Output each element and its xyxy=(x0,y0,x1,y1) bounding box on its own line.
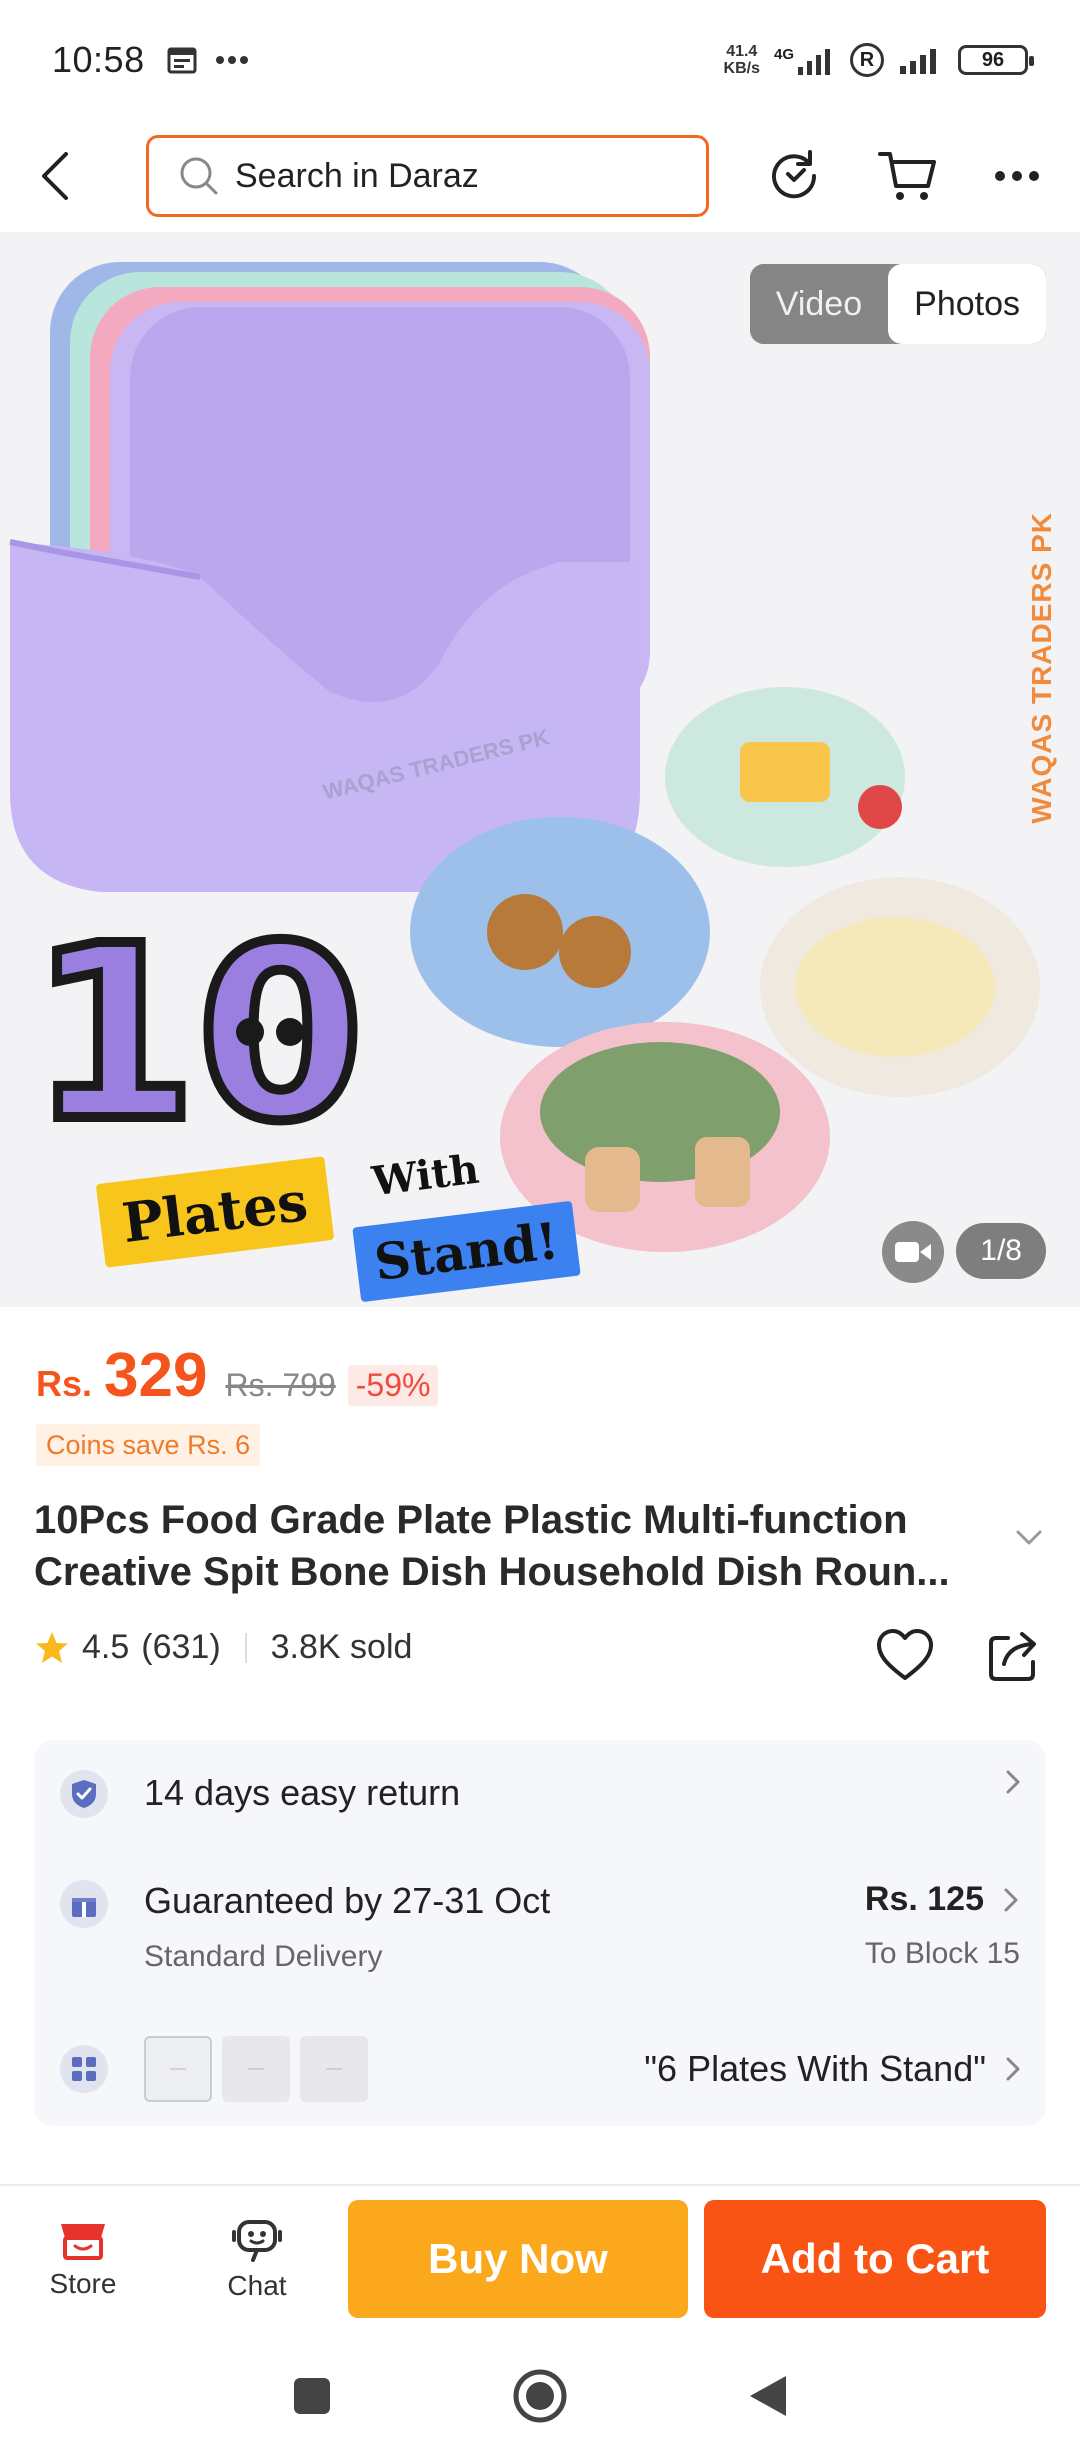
calendar-notification-icon xyxy=(167,47,197,74)
chevron-right-icon xyxy=(1006,1770,1020,1794)
sold-count: 3.8K sold xyxy=(270,1628,413,1666)
status-time: 10:58 xyxy=(52,39,145,80)
buy-now-button[interactable]: Buy Now xyxy=(348,2200,688,2318)
return-policy-row[interactable]: 14 days easy return xyxy=(34,1770,1046,1818)
discount-badge: -59% xyxy=(347,1365,439,1406)
chat-icon xyxy=(232,2220,282,2262)
product-title[interactable]: 10Pcs Food Grade Plate Plastic Multi-fun… xyxy=(34,1494,994,1598)
tab-photos[interactable]: Photos xyxy=(888,264,1046,344)
store-button[interactable]: Store xyxy=(28,2218,138,2300)
rating-value: 4.5 xyxy=(82,1628,130,1666)
chevron-right-icon xyxy=(1004,1888,1018,1911)
variant-thumbnail[interactable]: — xyxy=(144,2036,212,2102)
media-toggle: Video Photos xyxy=(749,264,1046,344)
back-arrow-icon xyxy=(42,152,68,200)
price-value: 329 xyxy=(104,1341,208,1410)
rating-row[interactable]: 4.5 (631) 3.8K sold xyxy=(34,1628,412,1667)
system-navigation-bar xyxy=(0,2332,1080,2460)
battery-icon: 96 xyxy=(958,45,1034,75)
service-info-card: 14 days easy return Guaranteed by 27-31 … xyxy=(34,1740,1046,2126)
store-icon xyxy=(61,2224,105,2260)
bottom-action-bar: Store Chat Buy Now Add to Cart xyxy=(0,2186,1080,2332)
back-triangle-icon[interactable] xyxy=(748,2374,788,2418)
gift-box-icon xyxy=(60,1880,108,1928)
variant-row[interactable]: — — — "6 Plates With Stand" xyxy=(34,2036,1046,2102)
signal-icon xyxy=(900,49,936,74)
tab-video[interactable]: Video xyxy=(749,264,889,344)
more-notifications-icon xyxy=(215,56,248,64)
delivery-price: Rs. 125 xyxy=(864,1880,984,1918)
store-label: Store xyxy=(49,2268,117,2299)
shield-check-icon xyxy=(60,1770,108,1818)
review-count: (631) xyxy=(141,1628,221,1666)
signal-4g-icon: 4G xyxy=(774,46,836,75)
divider xyxy=(244,1632,247,1663)
recents-square-icon[interactable] xyxy=(292,2376,332,2416)
delivery-destination: To Block 15 xyxy=(864,1937,1020,1970)
delivery-type: Standard Delivery xyxy=(144,1940,383,1973)
chat-label: Chat xyxy=(227,2270,287,2301)
svg-text:10: 10 xyxy=(30,894,364,1174)
star-icon xyxy=(36,1631,68,1663)
registered-icon: R xyxy=(850,43,884,77)
coins-badge: Coins save Rs. 6 xyxy=(36,1424,261,1466)
selected-variant: "6 Plates With Stand" xyxy=(644,2048,986,2089)
more-options-icon[interactable] xyxy=(994,170,1040,182)
price-currency: Rs. xyxy=(36,1363,93,1404)
add-to-cart-button[interactable]: Add to Cart xyxy=(704,2200,1046,2318)
delivery-title: Guaranteed by 27-31 Oct xyxy=(144,1880,551,1921)
top-app-bar: Search in Daraz xyxy=(0,120,1080,232)
back-button[interactable] xyxy=(40,144,104,208)
history-icon[interactable] xyxy=(766,148,822,204)
network-speed: 41.4 KB/s xyxy=(723,43,760,77)
store-watermark: WAQAS TRADERS PK xyxy=(1026,512,1057,824)
price-row: Rs. 329 Rs. 799 -59% xyxy=(36,1340,439,1411)
product-image-gallery[interactable]: 10 Video Photos WAQAS TRADERS PK WAQAS T… xyxy=(0,232,1080,1307)
product-image: 10 xyxy=(9,262,1040,1252)
cart-icon[interactable] xyxy=(878,148,938,204)
chevron-right-icon xyxy=(1006,2057,1020,2081)
share-icon[interactable] xyxy=(988,1628,1040,1682)
variant-thumbnail[interactable]: — xyxy=(222,2036,290,2102)
variant-thumbnail[interactable]: — xyxy=(300,2036,368,2102)
video-play-icon[interactable] xyxy=(882,1221,944,1283)
delivery-row[interactable]: Guaranteed by 27-31 Oct Standard Deliver… xyxy=(34,1880,1046,1974)
search-input[interactable]: Search in Daraz xyxy=(146,135,709,217)
variant-grid-icon xyxy=(60,2045,108,2093)
home-circle-icon[interactable] xyxy=(512,2368,568,2424)
image-counter: 1/8 xyxy=(956,1223,1046,1279)
chat-button[interactable]: Chat xyxy=(202,2216,312,2302)
search-placeholder: Search in Daraz xyxy=(235,156,479,195)
chevron-down-icon[interactable] xyxy=(1016,1530,1042,1546)
return-policy-text: 14 days easy return xyxy=(144,1772,461,1813)
search-icon xyxy=(180,157,218,195)
original-price: Rs. 799 xyxy=(225,1367,336,1403)
wishlist-heart-icon[interactable] xyxy=(876,1628,934,1682)
status-bar: 10:58 41.4 KB/s 4G R 96 xyxy=(0,0,1080,120)
